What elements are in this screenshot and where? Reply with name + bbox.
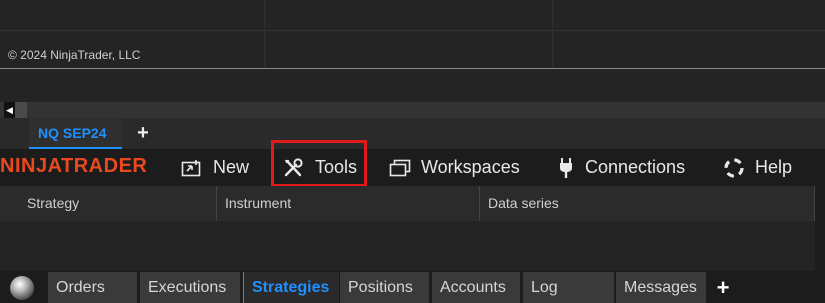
chart-tab-label: NQ SEP24 — [38, 125, 107, 141]
tab-strategies[interactable]: Strategies — [243, 272, 339, 303]
add-bottom-tab-button[interactable]: + — [709, 272, 737, 303]
menu-workspaces[interactable]: Workspaces — [389, 149, 520, 186]
column-header-strategy[interactable]: Strategy — [27, 186, 79, 221]
strategies-grid-body[interactable] — [0, 221, 815, 271]
chart-tab-nq-sep24[interactable]: NQ SEP24 — [29, 118, 122, 149]
chart-gridline — [264, 0, 265, 68]
menu-help[interactable]: Help — [723, 149, 792, 186]
menu-connections-label: Connections — [585, 157, 686, 177]
menu-new-label: New — [213, 157, 250, 177]
tab-orders[interactable]: Orders — [48, 272, 137, 303]
copyright-text: © 2024 NinjaTrader, LLC — [8, 48, 141, 62]
new-window-icon — [181, 159, 201, 176]
menu-new[interactable]: New — [181, 149, 249, 186]
chart-horizontal-scrollbar[interactable] — [0, 102, 825, 118]
strategies-grid-header: Strategy Instrument Data series — [0, 186, 815, 222]
menu-help-label: Help — [755, 157, 793, 177]
tab-messages[interactable]: Messages — [616, 272, 706, 303]
chart-gridline — [0, 30, 825, 31]
column-separator[interactable] — [479, 186, 480, 221]
scroll-left-arrow-icon[interactable]: ◀ — [4, 102, 15, 118]
ninjatrader-logo: NINJATRADER — [0, 155, 148, 177]
column-separator[interactable] — [216, 186, 217, 221]
chart-area[interactable]: © 2024 NinjaTrader, LLC — [0, 0, 825, 68]
column-header-data-series[interactable]: Data series — [488, 186, 559, 221]
menu-connections[interactable]: Connections — [557, 149, 685, 186]
chart-gridline — [552, 0, 553, 68]
chart-tab-bar — [0, 118, 825, 149]
chart-lower-panel[interactable] — [0, 69, 825, 102]
plug-icon — [560, 157, 572, 178]
help-lifebuoy-icon — [724, 157, 744, 178]
tools-highlight-box — [271, 140, 367, 187]
tab-executions[interactable]: Executions — [140, 272, 240, 303]
connection-status-orb-icon — [10, 276, 34, 300]
scrollbar-thumb[interactable] — [15, 102, 27, 118]
tab-positions[interactable]: Positions — [340, 272, 429, 303]
workspaces-icon — [389, 159, 411, 176]
tab-log[interactable]: Log — [523, 272, 614, 303]
tab-accounts[interactable]: Accounts — [432, 272, 520, 303]
add-tab-button[interactable]: + — [131, 121, 155, 145]
column-header-instrument[interactable]: Instrument — [225, 186, 291, 221]
menu-workspaces-label: Workspaces — [421, 157, 520, 177]
grid-vertical-scroll-area[interactable] — [815, 186, 825, 271]
